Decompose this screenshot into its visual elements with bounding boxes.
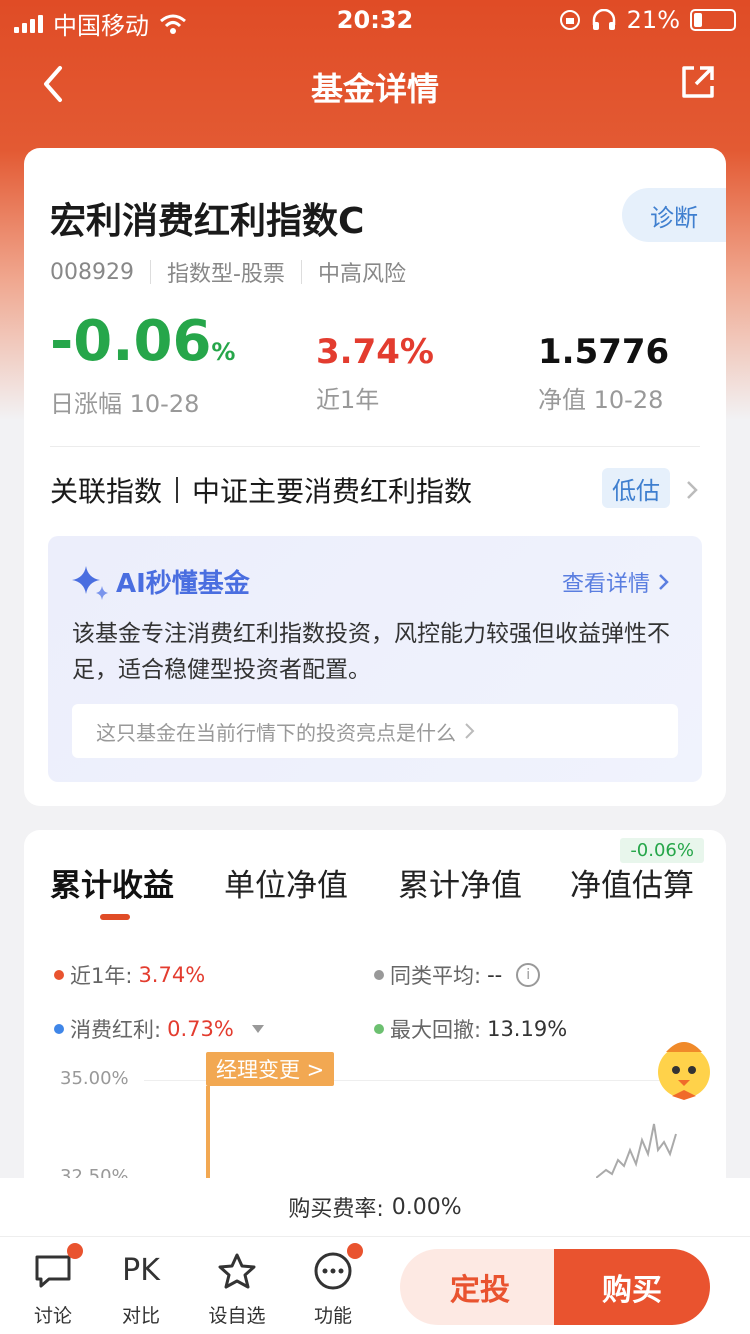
pk-icon: PK [122, 1253, 160, 1288]
fund-risk: 中高风险 [317, 262, 406, 287]
diagnose-button[interactable]: 诊断 [622, 188, 726, 242]
legend-dot [54, 970, 64, 980]
ai-question-text: 这只基金在当前行情下的投资亮点是什么 [96, 720, 456, 745]
chevron-right-icon [659, 574, 669, 590]
fee-bar: 购买费率: 0.00% [0, 1178, 750, 1236]
year-return-label: 近1年 [316, 386, 380, 414]
battery-percent: 21% [626, 6, 680, 34]
compare-label: 对比 [121, 1305, 160, 1327]
meta-divider [149, 260, 151, 284]
chevron-right-icon [465, 723, 475, 739]
divider [50, 446, 700, 447]
legend-year: 近1年: 3.74% [54, 960, 205, 990]
daily-change-unit: % [211, 338, 236, 366]
buy-button[interactable]: 购买 [554, 1249, 710, 1325]
legend-index[interactable]: 消费红利: 0.73% [54, 1014, 264, 1044]
functions-label: 功能 [313, 1305, 352, 1327]
tab-cumulative-nav[interactable]: 累计净值 [398, 860, 522, 905]
meta-divider [300, 260, 302, 284]
legend-index-label: 消费红利: [70, 1018, 162, 1042]
legend-peer-label: 同类平均: [390, 964, 482, 988]
legend-year-value: 3.74% [138, 963, 206, 987]
active-tab-indicator [100, 914, 130, 920]
notification-dot [67, 1243, 83, 1259]
performance-line [596, 1123, 677, 1179]
tab-cumulative-return[interactable]: 累计收益 [50, 860, 174, 905]
nav-value: 1.5776 [538, 332, 670, 372]
star-icon [217, 1251, 257, 1291]
caret-down-icon [251, 1025, 264, 1033]
tab-unit-nav[interactable]: 单位净值 [224, 860, 348, 905]
battery-icon [690, 9, 736, 31]
functions-button[interactable]: 功能 [298, 1243, 368, 1328]
fund-summary-card: 宏利消费红利指数C 诊断 008929 指数型-股票 中高风险 -0.06% 日… [24, 148, 726, 806]
rotation-lock-icon [559, 10, 580, 30]
headphones-icon [592, 9, 615, 30]
legend-drawdown-value: 13.19% [487, 1017, 568, 1041]
related-index-row[interactable]: 关联指数 中证主要消费红利指数 [50, 470, 472, 510]
bottom-action-bar: 讨论 PK 对比 设自选 功能 定投 购买 [0, 1236, 750, 1334]
sparkle-icon [72, 566, 108, 600]
notification-dot [347, 1243, 363, 1259]
daily-change-label: 日涨幅 10-28 [50, 390, 200, 418]
compare-button[interactable]: PK 对比 [106, 1251, 176, 1328]
ai-more-link[interactable]: 查看详情 [562, 566, 670, 598]
ai-title: AI秒懂基金 [72, 562, 250, 600]
mascot-icon[interactable] [648, 1030, 722, 1102]
manager-change-tag[interactable]: 经理变更 > [206, 1052, 335, 1086]
tab-nav-estimate[interactable]: 净值估算 [570, 860, 694, 905]
related-index-prefix: 关联指数 [50, 475, 163, 508]
chat-icon [33, 1243, 83, 1291]
nav-bar: 基金详情 [0, 50, 750, 120]
daily-change-value: -0.06 [50, 309, 212, 374]
ai-question-button[interactable]: 这只基金在当前行情下的投资亮点是什么 [72, 704, 678, 758]
year-return-stat: 3.74% 近1年 [316, 332, 434, 415]
ai-summary-box: AI秒懂基金 查看详情 该基金专注消费红利指数投资，风控能力较强但收益弹性不足，… [48, 536, 702, 782]
performance-tabs: 累计收益 单位净值 累计净值 净值估算 [24, 860, 726, 920]
status-bar: 中国移动 20:32 21% [0, 0, 750, 40]
ai-summary-text: 该基金专注消费红利指数投资，风控能力较强但收益弹性不足，适合稳健型投资者配置。 [72, 621, 670, 683]
fee-value: 0.00% [391, 1194, 462, 1220]
legend-dot [374, 1024, 384, 1034]
estimate-badge: -0.06% [620, 838, 704, 863]
status-right: 21% [559, 6, 736, 34]
chevron-right-icon[interactable] [684, 478, 700, 502]
fund-name: 宏利消费红利指数C [50, 201, 365, 242]
auto-invest-button[interactable]: 定投 [400, 1249, 560, 1325]
fund-meta: 008929 指数型-股票 中高风险 [50, 256, 406, 288]
discuss-button[interactable]: 讨论 [18, 1243, 88, 1328]
legend-peer: 同类平均: -- i [374, 960, 541, 990]
related-index-name: 中证主要消费红利指数 [192, 475, 473, 508]
fee-label: 购买费率: [288, 1197, 384, 1222]
watchlist-label: 设自选 [208, 1305, 266, 1327]
info-icon[interactable]: i [516, 963, 541, 987]
page-title: 基金详情 [310, 70, 439, 108]
legend-dot [374, 970, 384, 980]
legend-year-label: 近1年: [70, 964, 133, 988]
year-return-value: 3.74% [316, 332, 434, 372]
more-icon [313, 1243, 363, 1291]
performance-card: 累计收益 单位净值 累计净值 净值估算 -0.06% 近1年: 3.74% 同类… [24, 830, 726, 1230]
y-axis-tick: 35.00% [60, 1068, 129, 1089]
legend-peer-value: -- [487, 963, 503, 987]
index-separator [176, 477, 179, 503]
discuss-label: 讨论 [33, 1305, 72, 1327]
daily-change-stat: -0.06% 日涨幅 10-28 [50, 312, 235, 419]
ai-more-text: 查看详情 [561, 572, 650, 597]
share-icon[interactable] [678, 62, 718, 102]
valuation-badge: 低估 [602, 468, 670, 508]
legend-drawdown: 最大回撤: 13.19% [374, 1014, 567, 1044]
legend-dot [54, 1024, 64, 1034]
nav-label: 净值 10-28 [538, 386, 664, 414]
legend-index-value: 0.73% [167, 1017, 234, 1041]
nav-stat: 1.5776 净值 10-28 [538, 332, 669, 415]
watchlist-button[interactable]: 设自选 [202, 1251, 272, 1328]
legend-drawdown-label: 最大回撤: [390, 1018, 482, 1042]
fund-code: 008929 [50, 259, 134, 285]
ai-title-text: AI秒懂基金 [116, 568, 250, 599]
fund-type: 指数型-股票 [166, 262, 285, 287]
